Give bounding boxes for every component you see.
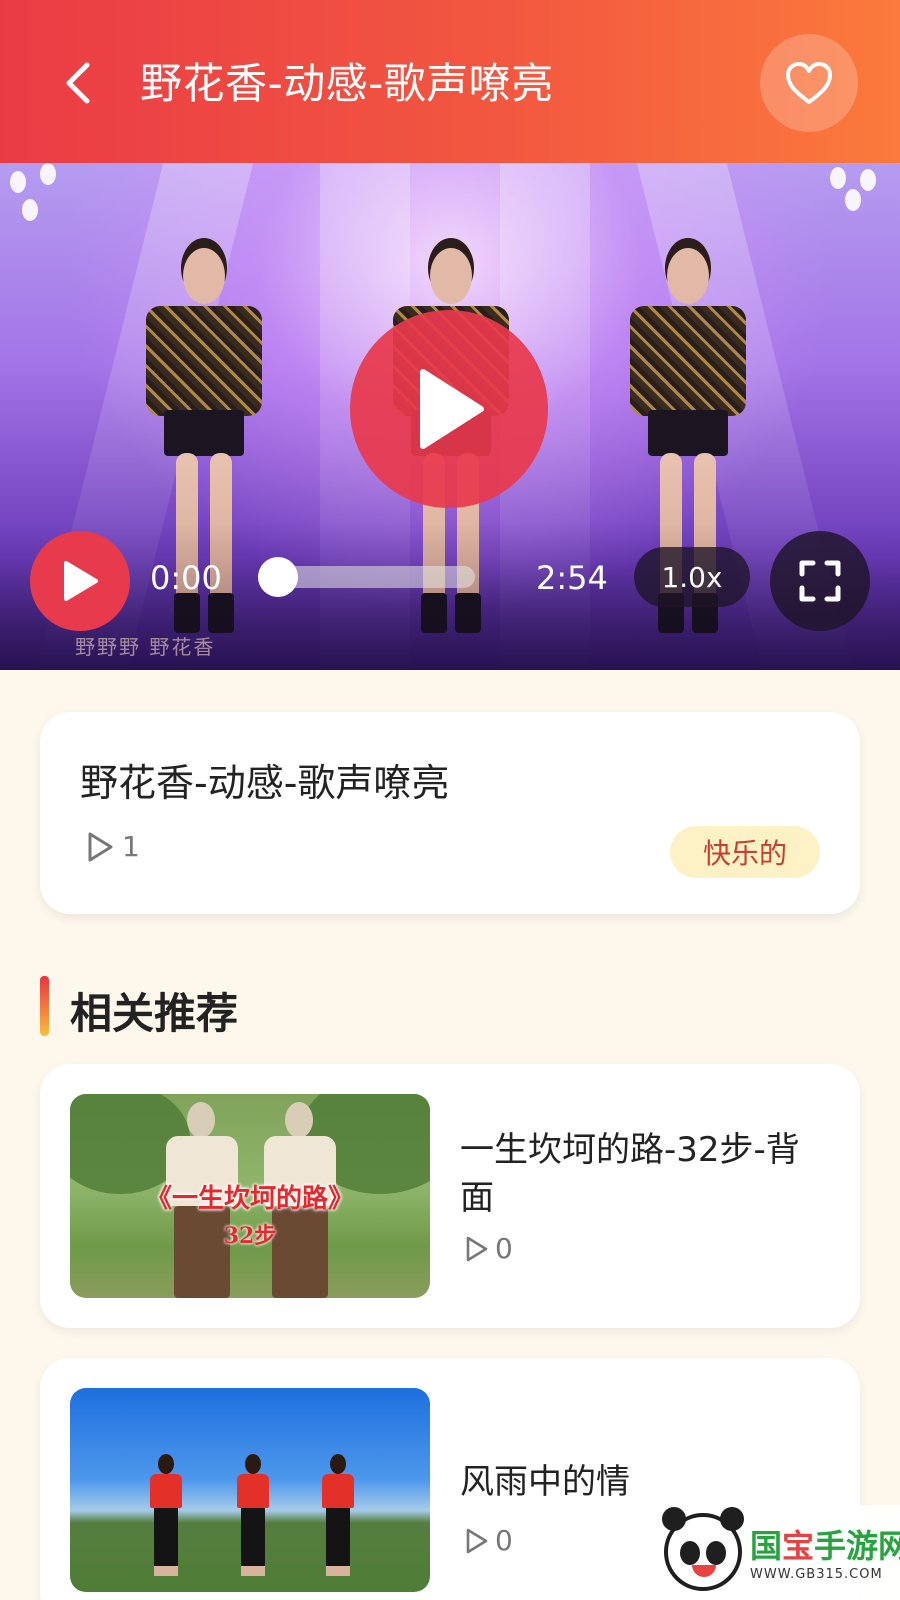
section-title: 相关推荐 (70, 989, 239, 1038)
page-title: 野花香-动感-歌声嘹亮 (140, 59, 554, 108)
panda-logo-icon (662, 1507, 744, 1591)
stage-spotlight (860, 169, 876, 191)
play-count: 1 (86, 830, 140, 863)
video-watermark: 野野野 野花香 (75, 635, 216, 659)
play-count-value: 0 (495, 1232, 513, 1265)
play-count-value: 1 (122, 830, 140, 863)
play-count: 0 (465, 1232, 513, 1265)
site-watermark: 国宝手游网 WWW.GB315.COM (650, 1505, 900, 1600)
progress-knob[interactable] (258, 557, 298, 597)
play-icon (64, 561, 98, 601)
fullscreen-icon (799, 560, 841, 602)
thumbnail-caption: 《一生坎坷的路》 (145, 1184, 354, 1214)
recommendation-title: 一生坎坷的路-32步-背面 (460, 1130, 800, 1218)
play-icon (420, 369, 484, 449)
play-count-icon (466, 1236, 488, 1261)
thumbnail-subcaption: 32步 (223, 1223, 277, 1249)
recommendation-thumbnail[interactable] (70, 1388, 430, 1592)
back-arrow-icon (66, 62, 90, 104)
watermark-url: WWW.GB315.COM (750, 1567, 883, 1582)
back-button[interactable] (58, 58, 98, 108)
playback-speed-button[interactable]: 1.0x (634, 547, 750, 607)
fullscreen-button[interactable] (770, 531, 870, 631)
play-count-value: 0 (495, 1524, 513, 1557)
dancer-figure (235, 1454, 271, 1578)
play-count-icon (88, 832, 113, 861)
current-time: 0:00 (150, 559, 222, 597)
video-info-card: 野花香-动感-歌声嘹亮 1 快乐的 (40, 712, 860, 914)
play-count: 0 (465, 1524, 513, 1557)
watermark-logo-text: 国宝手游网 (750, 1527, 900, 1565)
recommendation-card[interactable]: 《一生坎坷的路》 32步 一生坎坷的路-32步-背面 0 (40, 1064, 860, 1328)
stage-spotlight (10, 171, 26, 193)
video-title: 野花香-动感-歌声嘹亮 (80, 761, 450, 805)
heart-icon (786, 62, 832, 104)
video-player[interactable]: 野野野 野花香 0:00 2:54 1.0x (0, 163, 900, 670)
stage-spotlight (22, 199, 38, 221)
recommendation-title: 风雨中的情 (460, 1462, 630, 1502)
favorite-button[interactable] (760, 34, 858, 132)
play-pause-button[interactable] (30, 531, 130, 631)
center-play-button[interactable] (350, 310, 548, 508)
recommendation-thumbnail[interactable]: 《一生坎坷的路》 32步 (70, 1094, 430, 1298)
dancer-figure (320, 1454, 356, 1578)
play-count-icon (466, 1528, 488, 1553)
stage-spotlight (40, 163, 56, 185)
mood-tag[interactable]: 快乐的 (670, 826, 820, 878)
total-time: 2:54 (536, 559, 608, 597)
app-header: 野花香-动感-歌声嘹亮 (0, 0, 900, 163)
dancer-figure (148, 1454, 184, 1578)
section-accent-bar (40, 976, 49, 1036)
stage-spotlight (845, 189, 861, 211)
stage-spotlight (830, 167, 846, 189)
